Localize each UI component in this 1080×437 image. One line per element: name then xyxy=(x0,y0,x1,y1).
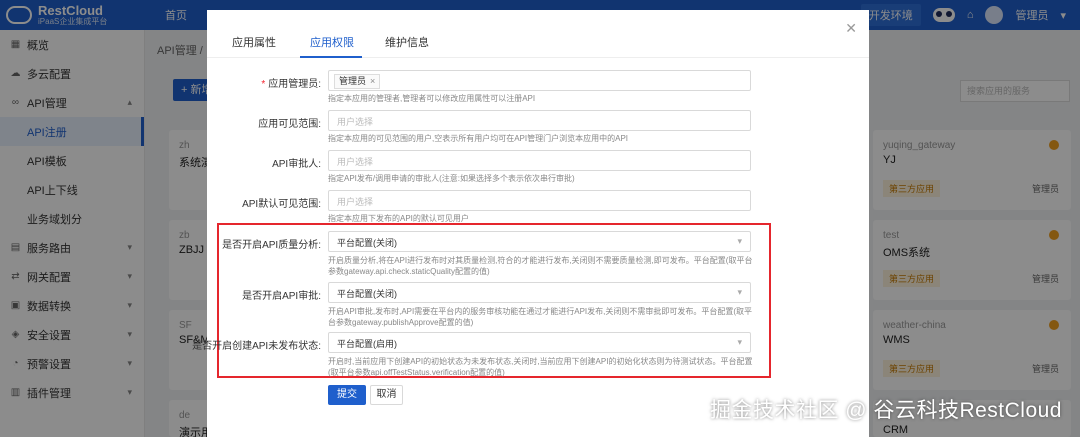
visible-range-label: 应用可见范围: xyxy=(258,119,321,130)
quality-analysis-select[interactable]: 平台配置(关闭) ▾ xyxy=(328,231,751,252)
visible-range-input[interactable]: 用户选择 xyxy=(328,110,751,131)
quality-analysis-help: 开启质量分析,将在API进行发布时对其质量检测,符合的才能进行发布,关闭则不需要… xyxy=(328,256,753,276)
chevron-down-icon: ▾ xyxy=(737,337,742,347)
submit-button[interactable]: 提交 xyxy=(328,385,366,405)
tab-maintenance[interactable]: 维护信息 xyxy=(385,34,429,50)
default-visible-label: API默认可见范围: xyxy=(242,199,321,210)
app-settings-modal: ✕ 应用属性 应用权限 维护信息 * 应用管理员: 管理员 × 指定本应用的管理者,… xyxy=(192,10,869,437)
tab-app-permissions[interactable]: 应用权限 xyxy=(310,34,354,50)
api-review-help: 开启API审批,发布时,API需要在平台内的服务审核功能在通过才能进行API发布… xyxy=(328,307,753,327)
cancel-button[interactable]: 取消 xyxy=(370,385,403,405)
modal-tabs: 应用属性 应用权限 维护信息 xyxy=(207,10,869,58)
unpublished-status-help: 开启时,当前应用下创建API的初始状态为未发布状态,关闭时,当前应用下创建API… xyxy=(328,357,753,377)
quality-analysis-label: 是否开启API质量分析: xyxy=(222,240,321,251)
admin-select[interactable]: 管理员 × xyxy=(328,70,751,91)
tab-app-properties[interactable]: 应用属性 xyxy=(232,34,276,50)
approver-input[interactable]: 用户选择 xyxy=(328,150,751,171)
approver-label: API审批人: xyxy=(272,159,321,170)
api-review-select[interactable]: 平台配置(关闭) ▾ xyxy=(328,282,751,303)
chevron-down-icon: ▾ xyxy=(737,236,742,246)
unpublished-status-select[interactable]: 平台配置(启用) ▾ xyxy=(328,332,751,353)
admin-label: * 应用管理员: xyxy=(261,79,321,90)
admin-chip[interactable]: 管理员 × xyxy=(334,74,381,89)
approver-help: 指定API发布/调用申请的审批人(注意:如果选择多个表示依次串行审批) xyxy=(328,174,575,183)
active-tab-indicator xyxy=(300,56,362,58)
api-review-label: 是否开启API审批: xyxy=(242,291,321,302)
chevron-down-icon: ▾ xyxy=(737,287,742,297)
unpublished-status-label: 是否开启创建API未发布状态: xyxy=(192,341,321,352)
default-visible-input[interactable]: 用户选择 xyxy=(328,190,751,211)
close-icon[interactable]: × xyxy=(370,76,375,86)
admin-help: 指定本应用的管理者,管理者可以修改应用属性可以注册API xyxy=(328,94,536,103)
visible-range-help: 指定本应用的可见范围的用户,空表示所有用户均可在API管理门户浏览本应用中的AP… xyxy=(328,134,629,143)
watermark: 掘金技术社区 @ 谷云科技RestCloud xyxy=(709,399,1062,422)
